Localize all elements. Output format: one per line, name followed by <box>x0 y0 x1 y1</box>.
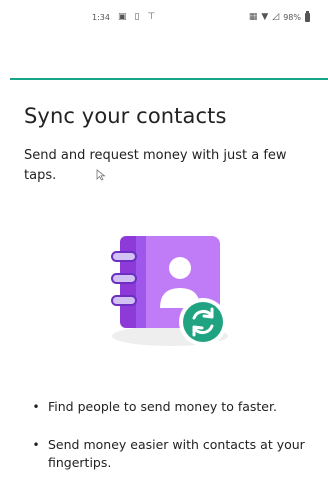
status-left: 1:34 ▣ ▯ ⊤ <box>92 11 156 22</box>
list-item: • Find people to send money to faster. <box>24 398 324 416</box>
status-right: ▦ ▼ ◿ 98% <box>248 10 310 22</box>
contacts-sync-icon <box>111 236 228 346</box>
bullet-icon: • <box>32 400 40 414</box>
sim-icon: ▯ <box>134 11 140 22</box>
cast-icon: ▦ <box>248 11 258 22</box>
status-bar: 1:34 ▣ ▯ ⊤ ▦ ▼ ◿ 98% <box>0 0 328 34</box>
list-item-text: Send money easier with contacts at your … <box>48 437 305 470</box>
antenna-icon: ⊤ <box>147 11 156 22</box>
list-item: • Send money easier with contacts at you… <box>24 436 324 472</box>
mouse-cursor-icon <box>96 169 106 181</box>
status-time: 1:34 <box>92 12 110 22</box>
signal-icon: ◿ <box>272 11 280 22</box>
battery-percent: 98% <box>283 12 301 22</box>
benefits-list: • Find people to send money to faster. •… <box>24 398 324 487</box>
list-item-text: Find people to send money to faster. <box>48 399 277 414</box>
battery-icon <box>305 10 310 22</box>
page-title: Sync your contacts <box>24 104 227 128</box>
notification-icon: ▣ <box>117 11 127 22</box>
page-subtitle: Send and request money with just a few t… <box>24 148 287 183</box>
wifi-icon: ▼ <box>261 11 269 22</box>
bullet-icon: • <box>32 438 40 452</box>
header-divider <box>10 78 328 80</box>
